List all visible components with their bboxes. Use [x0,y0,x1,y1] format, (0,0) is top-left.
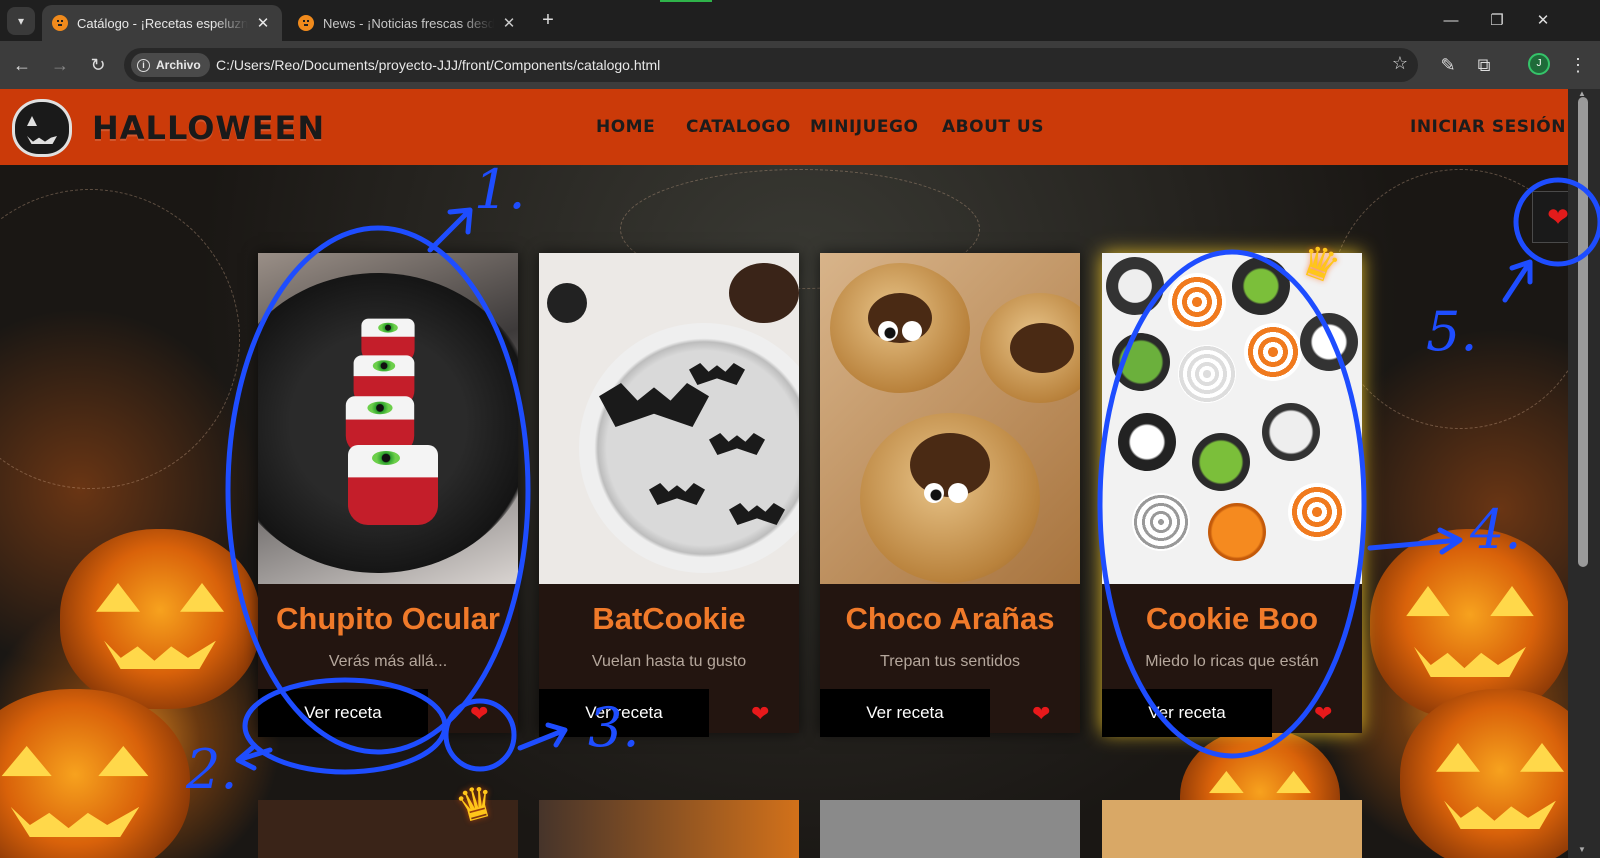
heart-icon[interactable]: ❤ [1032,701,1050,727]
ver-receta-button[interactable]: Ver receta [820,689,990,737]
extensions-icon[interactable]: ⧉ [1472,53,1496,77]
profile-avatar[interactable]: J [1528,53,1550,75]
heart-icon[interactable]: ❤ [1314,701,1332,727]
address-bar[interactable]: i Archivo C:/Users/Reo/Documents/proyect… [124,48,1418,82]
page-scrollbar[interactable]: ▲ ▼ [1568,89,1600,858]
annotation-label-4: 4. [1470,498,1522,561]
browser-toolbar: ← → ↻ i Archivo C:/Users/Reo/Documents/p… [0,41,1600,89]
nav-catalogo[interactable]: CATALOGO [686,117,791,137]
spider-web-decoration [0,189,240,489]
tab-strip: ▾ Catálogo - ¡Recetas espeluznantes! ✕ N… [0,0,1600,41]
recipe-card-partial [1102,800,1362,858]
heart-icon: ❤ [1547,202,1569,232]
forward-icon[interactable]: → [48,53,72,77]
recipe-card: BatCookie Vuelan hasta tu gusto Ver rece… [539,253,799,737]
annotation-label-1: 1. [474,158,526,221]
tab-title: News - ¡Noticias frescas desde el [323,15,494,31]
recipe-card-partial [539,800,799,858]
security-chip-label: Archivo [156,58,201,72]
back-icon[interactable]: ← [10,53,34,77]
jack-o-lantern-decoration [0,689,190,858]
reload-icon[interactable]: ↻ [86,53,110,77]
recipe-card-partial [820,800,1080,858]
recipe-title: Choco Arañas [845,601,1055,636]
eyedropper-icon[interactable]: ✎ [1436,53,1460,77]
annotation-label-2: 2. [186,738,238,801]
site-logo-text[interactable]: HALLOWEEN [92,109,325,147]
loading-indicator [660,0,712,2]
jack-o-lantern-decoration [60,529,260,709]
close-tab-icon[interactable]: ✕ [254,14,272,32]
site-navbar: HALLOWEEN HOME CATALOGO MINIJUEGO ABOUT … [0,89,1568,165]
info-icon: i [137,58,150,72]
restore-icon[interactable]: ❐ [1482,8,1512,34]
nav-minijuego[interactable]: MINIJUEGO [810,117,918,137]
window-close-icon[interactable]: ✕ [1528,8,1558,34]
scroll-down-icon[interactable]: ▼ [1578,845,1586,854]
recipe-card: Choco Arañas Trepan tus sentidos Ver rec… [820,253,1080,737]
annotation-label-3: 3. [588,696,640,759]
recipe-subtitle: Trepan tus sentidos [880,653,1020,670]
recipe-title: Chupito Ocular [276,601,500,636]
tab-search-icon[interactable]: ▾ [7,7,35,35]
pumpkin-favicon-icon [298,15,314,31]
pumpkin-favicon-icon [52,15,68,31]
tab-title: Catálogo - ¡Recetas espeluznantes! [77,15,248,31]
annotation-label-5: 5. [1426,300,1478,363]
heart-icon[interactable]: ❤ [751,701,769,727]
recipe-image [258,253,518,584]
ver-receta-button[interactable]: Ver receta [258,689,428,737]
site-info-chip[interactable]: i Archivo [131,53,210,77]
recipe-image [539,253,799,584]
kebab-menu-icon[interactable]: ⋮ [1566,53,1590,77]
tab-catalogo[interactable]: Catálogo - ¡Recetas espeluznantes! ✕ [42,5,282,41]
minimize-icon[interactable]: — [1436,8,1466,34]
login-link[interactable]: INICIAR SESIÓN [1410,117,1566,137]
recipe-image [820,253,1080,584]
recipe-title: BatCookie [592,601,746,636]
new-tab-plus-icon[interactable]: + [536,9,560,33]
recipe-card-featured: Cookie Boo Miedo lo ricas que están Ver … [1102,253,1362,737]
close-tab-icon[interactable]: ✕ [500,14,518,32]
url-text[interactable]: C:/Users/Reo/Documents/proyecto-JJJ/fron… [216,57,660,73]
heart-icon[interactable]: ❤ [470,701,488,727]
recipe-subtitle: Verás más allá... [328,653,448,670]
nav-about-us[interactable]: ABOUT US [942,117,1044,137]
tab-news[interactable]: News - ¡Noticias frescas desde el ✕ [288,5,528,41]
recipe-subtitle: Vuelan hasta tu gusto [591,653,747,670]
pumpkin-logo-icon[interactable] [12,99,72,157]
star-icon[interactable]: ☆ [1392,53,1408,74]
recipe-subtitle: Miedo lo ricas que están [1145,653,1319,670]
recipe-card: Chupito Ocular Verás más allá... Ver rec… [258,253,518,737]
nav-home[interactable]: HOME [596,117,655,137]
recipe-image [1102,253,1362,584]
ver-receta-button[interactable]: Ver receta [1102,689,1272,737]
page-viewport: HALLOWEEN HOME CATALOGO MINIJUEGO ABOUT … [0,89,1600,858]
recipe-title: Cookie Boo [1145,601,1319,636]
scrollbar-thumb[interactable] [1578,97,1588,567]
